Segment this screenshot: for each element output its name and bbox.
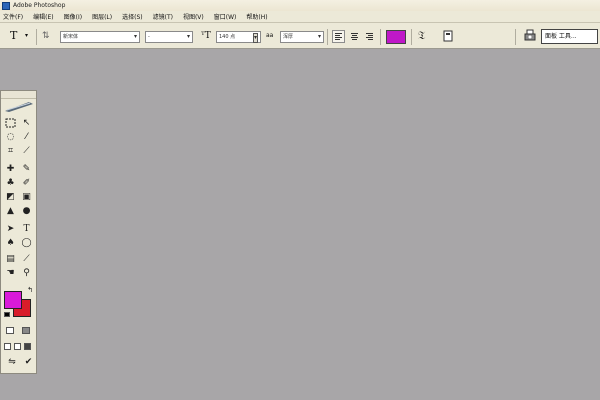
window-title: Adobe Photoshop	[13, 2, 66, 9]
blur-icon[interactable]: ▲	[4, 206, 17, 217]
photoshop-feather-icon[interactable]	[3, 99, 35, 113]
dodge-icon[interactable]: ●	[20, 206, 33, 217]
font-family-select[interactable]: 新宋体 ▾	[60, 31, 140, 43]
text-tool-icon[interactable]: T	[10, 29, 17, 42]
screen-mode-standard-icon[interactable]	[4, 343, 11, 350]
chevron-down-icon: ▾	[317, 33, 321, 40]
palettes-icon[interactable]	[443, 30, 454, 43]
eyedropper-icon[interactable]: ⟋	[20, 254, 33, 265]
hand-icon[interactable]: ☚	[4, 268, 17, 279]
chevron-down-icon: ▾	[252, 33, 258, 43]
menu-view[interactable]: 视图(V)	[180, 12, 211, 21]
screen-mode-full-icon[interactable]	[24, 343, 31, 350]
anti-alias-select[interactable]: 浑厚 ▾	[280, 31, 324, 43]
quick-mask-icon[interactable]	[22, 327, 30, 334]
align-center-icon[interactable]	[349, 31, 360, 42]
standard-mode-icon[interactable]	[6, 327, 14, 334]
toolbox: ↖ ◌ ⁄ ⌗ ⟋ ✚ ✎ ♣ ✐ ◩ ▣ ▲ ● ➤ T ♠ ◯ ▤ ⟋ ☚ …	[0, 90, 37, 374]
crop-icon[interactable]: ⌗	[4, 146, 17, 157]
move-icon[interactable]: ↖	[20, 118, 33, 129]
magic-wand-icon[interactable]: ⁄	[20, 132, 33, 143]
options-bar: T ▾ ⇅ 新宋体 ▾ - ▾ ᵀT 140 点 ▾ aa 浑厚 ▾ 𝔗 面板 …	[0, 23, 600, 49]
tool-preset-chevron-down-icon[interactable]: ▾	[25, 32, 28, 39]
palette-well[interactable]: 面板 工具...	[541, 29, 598, 44]
warp-text-icon[interactable]: 𝔗	[418, 29, 425, 43]
gradient-icon[interactable]: ▣	[20, 192, 33, 203]
font-size-select[interactable]: 140 点 ▾	[216, 31, 261, 43]
foreground-color-swatch[interactable]	[4, 291, 22, 309]
brush-icon[interactable]: ✎	[20, 164, 33, 175]
marquee-icon[interactable]	[4, 118, 17, 129]
text-color-swatch[interactable]	[386, 30, 406, 44]
font-size-icon: ᵀT	[201, 31, 211, 41]
title-bar: Adobe Photoshop	[0, 0, 600, 11]
zoom-icon[interactable]: ⚲	[20, 268, 33, 279]
menu-file[interactable]: 文件(F)	[0, 12, 30, 21]
font-style-value: -	[148, 34, 150, 40]
menu-help[interactable]: 帮助(H)	[243, 12, 274, 21]
type-icon[interactable]: T	[20, 224, 33, 235]
shape-icon[interactable]: ◯	[20, 238, 33, 249]
menu-filter[interactable]: 滤镜(T)	[150, 12, 180, 21]
orientation-icon[interactable]: ⇅	[42, 31, 50, 41]
menu-window[interactable]: 窗口(W)	[211, 12, 244, 21]
jump-to-imageready-icon[interactable]: ⇋	[4, 357, 20, 368]
font-size-value: 140 点	[219, 34, 236, 40]
align-left-icon[interactable]	[332, 30, 345, 43]
menu-image[interactable]: 图像(I)	[61, 12, 89, 21]
path-select-icon[interactable]: ➤	[4, 224, 17, 235]
healing-brush-icon[interactable]: ✚	[4, 164, 17, 175]
menu-edit[interactable]: 编辑(E)	[30, 12, 60, 21]
swap-colors-icon[interactable]: ↰	[25, 285, 35, 296]
font-style-select[interactable]: - ▾	[145, 31, 193, 43]
anti-alias-icon: aa	[266, 32, 274, 39]
lasso-icon[interactable]: ◌	[4, 132, 17, 143]
eraser-icon[interactable]: ◩	[4, 192, 17, 203]
photoshop-logo-icon	[2, 1, 10, 10]
menu-bar: 文件(F) 编辑(E) 图像(I) 图层(L) 选择(S) 滤镜(T) 视图(V…	[0, 11, 600, 23]
toolbox-header[interactable]	[1, 91, 36, 99]
anti-alias-value: 浑厚	[283, 34, 294, 40]
screen-mode-menu-icon[interactable]	[14, 343, 21, 350]
pen-icon[interactable]: ♠	[4, 238, 17, 249]
chevron-down-icon: ▾	[133, 33, 137, 40]
slice-icon[interactable]: ⟋	[20, 146, 33, 157]
menu-layer[interactable]: 图层(L)	[89, 12, 119, 21]
printer-icon[interactable]	[523, 29, 537, 43]
checkmark-icon[interactable]: ✔	[22, 357, 35, 368]
font-family-value: 新宋体	[63, 34, 79, 40]
default-colors-icon[interactable]	[4, 312, 10, 317]
align-right-icon[interactable]	[364, 31, 375, 42]
chevron-down-icon: ▾	[186, 33, 190, 40]
notes-icon[interactable]: ▤	[4, 254, 17, 265]
menu-select[interactable]: 选择(S)	[119, 12, 150, 21]
clone-stamp-icon[interactable]: ♣	[4, 178, 17, 189]
history-brush-icon[interactable]: ✐	[20, 178, 33, 189]
